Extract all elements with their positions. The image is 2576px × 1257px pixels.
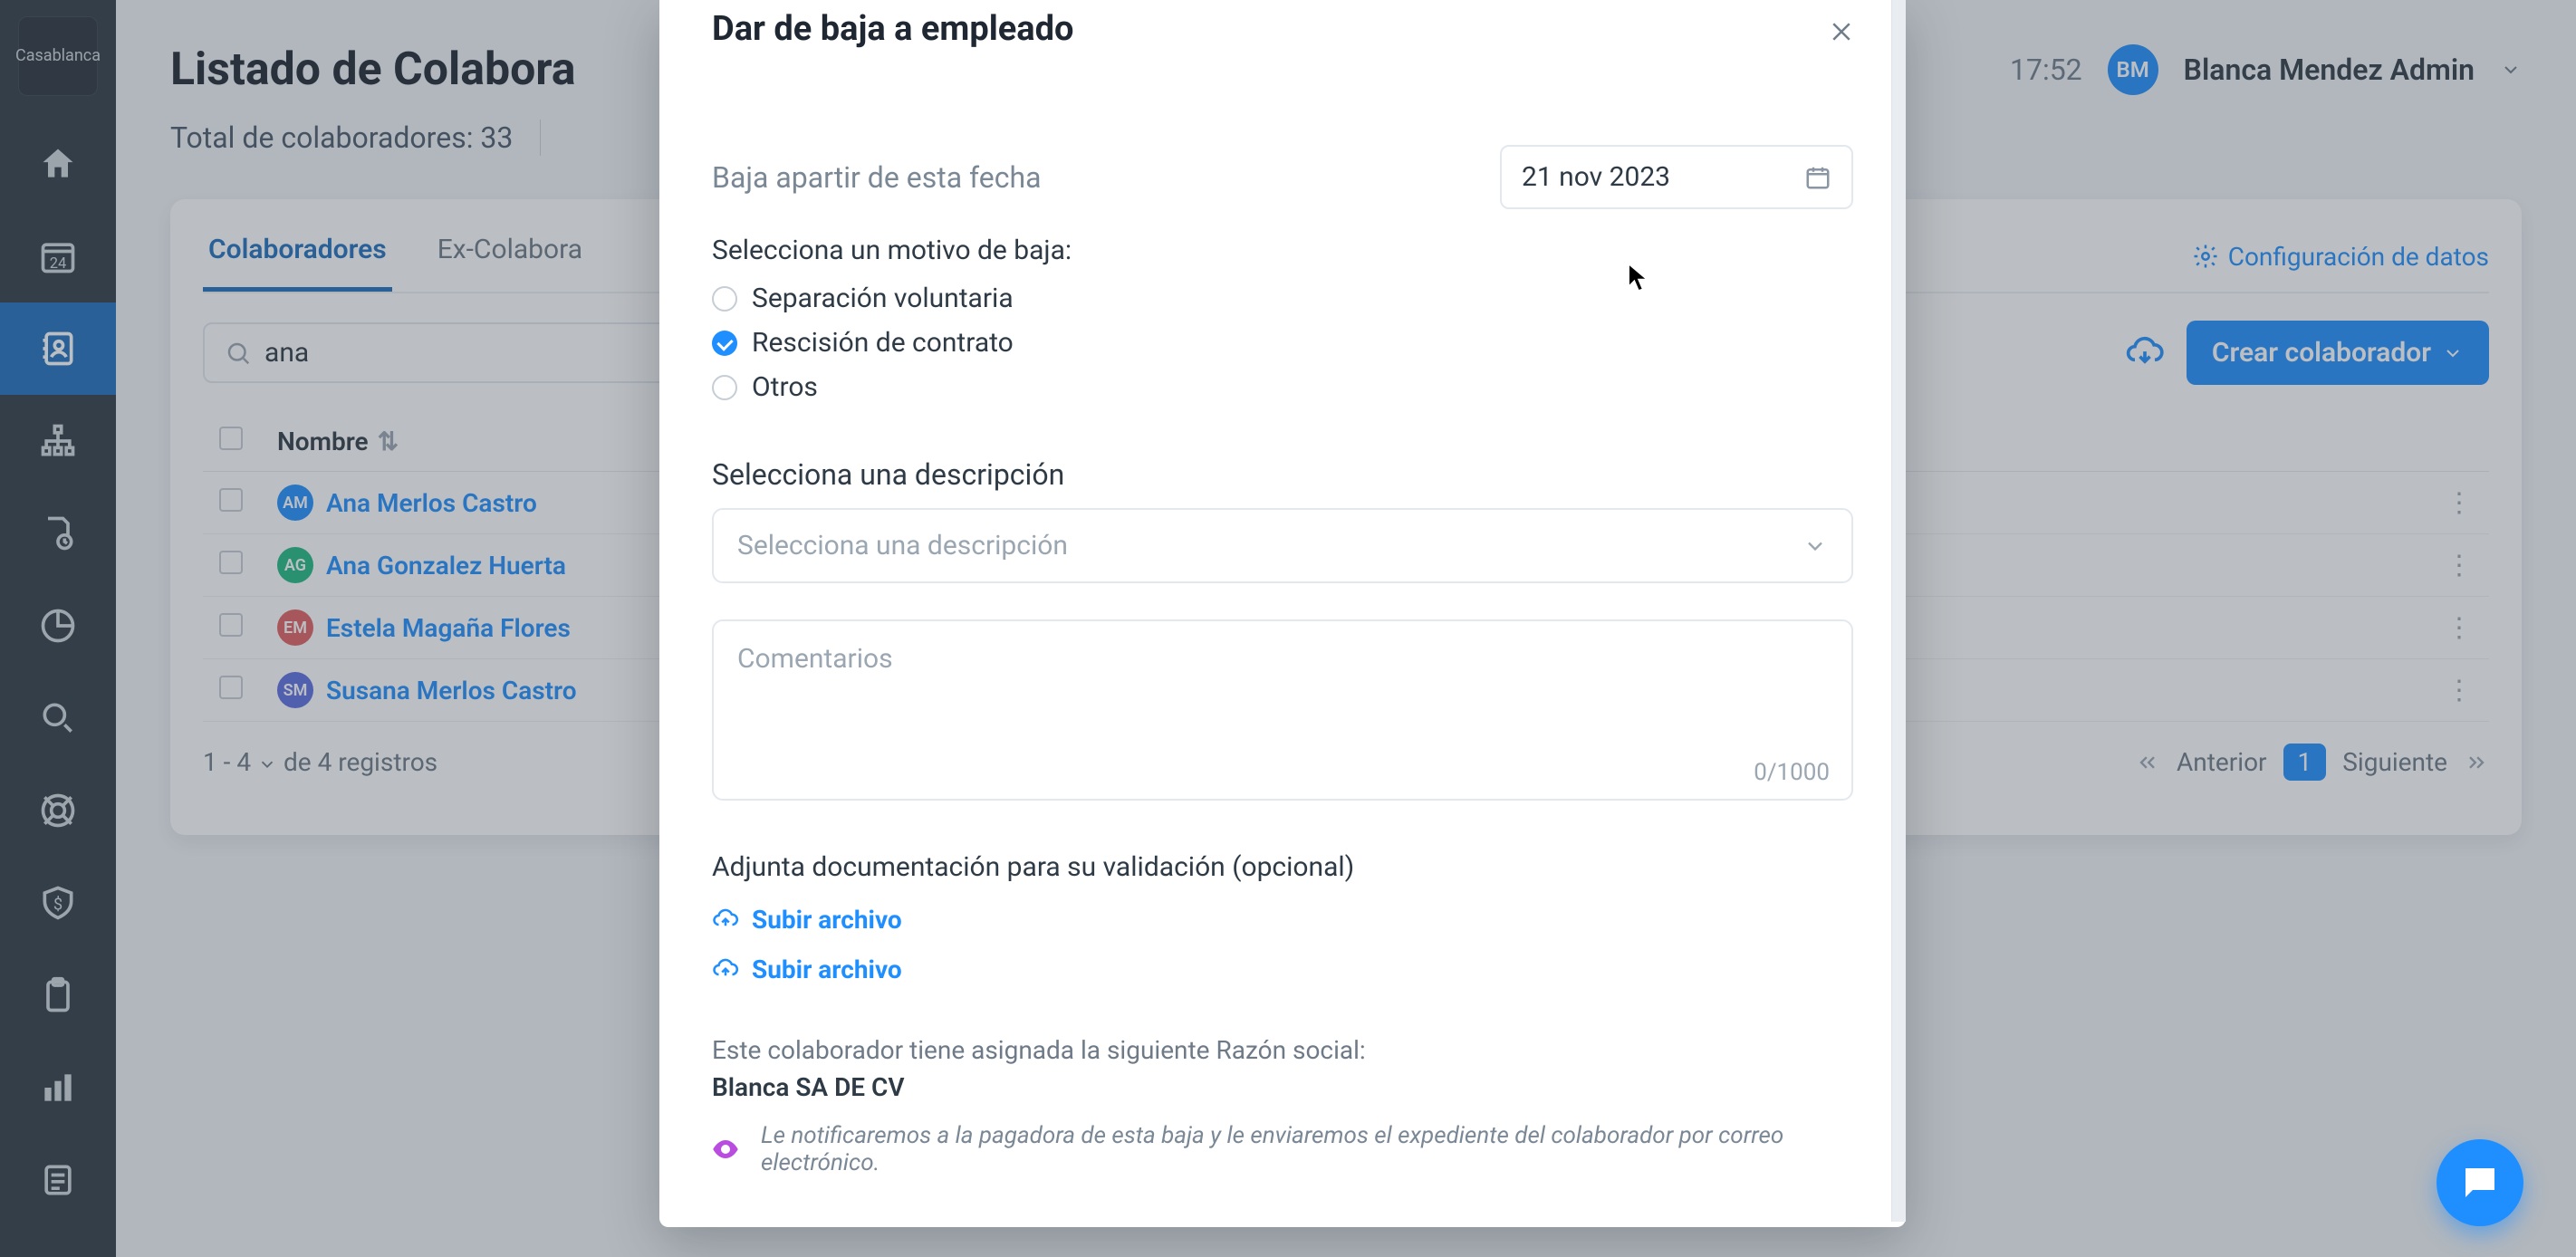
- terminate-employee-modal: Dar de baja a empleado Baja apartir de e…: [659, 0, 1906, 1227]
- description-select[interactable]: Selecciona una descripción: [712, 508, 1853, 583]
- razon-social-name: Blanca SA DE CV: [712, 1072, 1853, 1102]
- close-icon: [1828, 18, 1855, 45]
- cloud-upload-icon: [712, 907, 739, 934]
- upload-label: Subir archivo: [752, 955, 902, 984]
- date-field-row: Baja apartir de esta fecha 21 nov 2023: [712, 145, 1853, 209]
- cloud-upload-icon: [712, 956, 739, 984]
- radio-checked-icon: [712, 331, 737, 356]
- upload-label: Subir archivo: [752, 905, 902, 935]
- notice-row: Le notificaremos a la pagadora de esta b…: [712, 1122, 1853, 1176]
- description-section-label: Selecciona una descripción: [712, 457, 1853, 492]
- reason-section-label: Selecciona un motivo de baja:: [712, 235, 1853, 266]
- close-button[interactable]: [1828, 18, 1855, 45]
- chat-fab[interactable]: [2437, 1139, 2523, 1226]
- comments-textarea[interactable]: Comentarios 0/1000: [712, 619, 1853, 801]
- radio-rescission[interactable]: Rescisión de contrato: [712, 327, 1853, 359]
- radio-icon: [712, 286, 737, 312]
- calendar-icon: [1804, 164, 1831, 191]
- attach-section-label: Adjunta documentación para su validación…: [712, 851, 1853, 883]
- upload-file-link[interactable]: Subir archivo: [712, 955, 1853, 984]
- comments-placeholder: Comentarios: [737, 643, 893, 675]
- reason-radio-group: Selecciona un motivo de baja: Separación…: [712, 235, 1853, 403]
- chevron-down-icon: [1802, 533, 1828, 559]
- radio-icon: [712, 375, 737, 400]
- description-placeholder: Selecciona una descripción: [737, 530, 1068, 561]
- date-value: 21 nov 2023: [1522, 161, 1670, 193]
- char-count: 0/1000: [1754, 759, 1830, 786]
- upload-file-link[interactable]: Subir archivo: [712, 905, 1853, 935]
- radio-voluntary[interactable]: Separación voluntaria: [712, 283, 1853, 314]
- radio-other[interactable]: Otros: [712, 371, 1853, 403]
- modal-title: Dar de baja a empleado: [712, 9, 1853, 49]
- date-label: Baja apartir de esta fecha: [712, 160, 1042, 195]
- chat-icon: [2458, 1161, 2502, 1204]
- eye-icon: [712, 1140, 739, 1158]
- notice-text: Le notificaremos a la pagadora de esta b…: [761, 1122, 1853, 1176]
- termination-date-input[interactable]: 21 nov 2023: [1500, 145, 1853, 209]
- scrollbar[interactable]: [1891, 0, 1906, 1222]
- razon-social-intro: Este colaborador tiene asignada la sigui…: [712, 1035, 1853, 1065]
